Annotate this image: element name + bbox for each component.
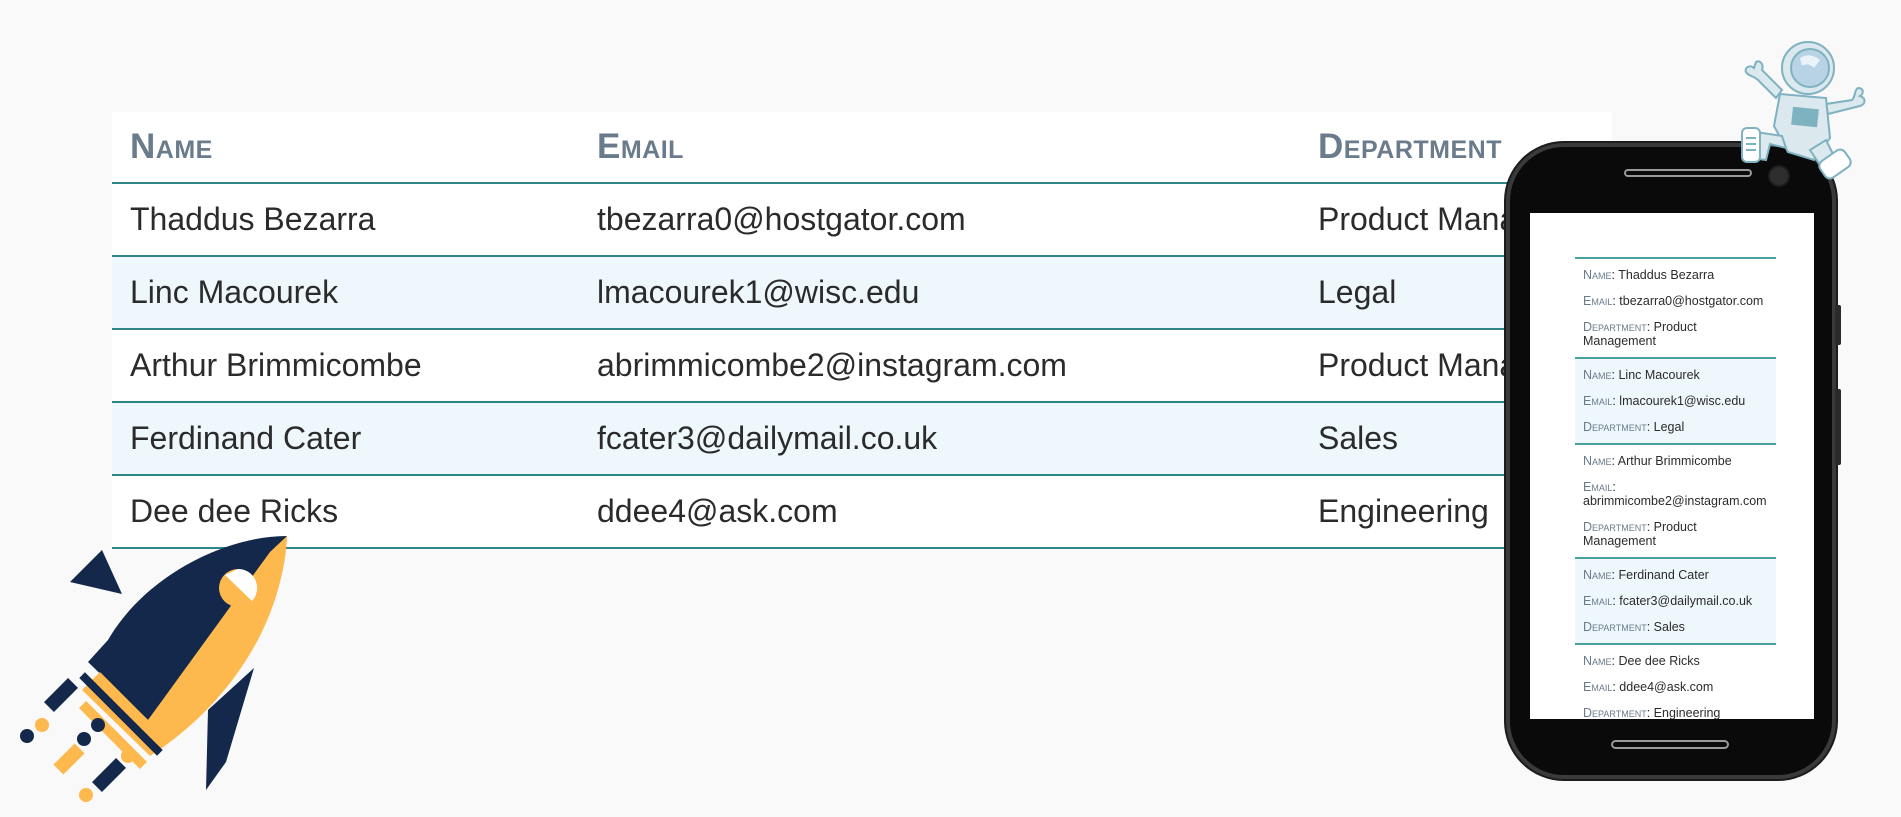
exhaust-dot [35,718,49,732]
exhaust-streak [53,743,85,775]
mobile-key-department: Department [1583,620,1647,634]
cell-name: Thaddus Bezarra [130,201,376,237]
cell-name: Linc Macourek [130,274,339,310]
phone-home-button [1611,740,1729,749]
cell-email: fcater3@dailymail.co.uk [597,420,938,456]
mobile-value-department: Legal [1653,420,1685,434]
table-header-row: Name Email Department [112,112,1612,184]
mobile-key-name: Name [1583,654,1612,668]
mobile-value-email: tbezarra0@hostgator.com [1619,294,1764,308]
astronaut-left-arm [1744,60,1784,100]
exhaust-dot [20,729,34,743]
mobile-key-email: Email [1583,394,1613,408]
mobile-field-department: Department: Product Management [1575,513,1776,553]
exhaust-streak [92,758,126,792]
mobile-card[interactable]: Name: Thaddus Bezarra Email: tbezarra0@h… [1575,259,1776,359]
column-header-email[interactable]: Email [579,127,1300,167]
mobile-key-name: Name [1583,268,1612,282]
mobile-key-department: Department [1583,706,1647,719]
table-row[interactable]: Dee dee Ricks ddee4@ask.com Engineering [112,476,1612,549]
mobile-key-department: Department [1583,320,1647,334]
table-row[interactable]: Ferdinand Cater fcater3@dailymail.co.uk … [112,403,1612,476]
phone-mockup: Name: Thaddus Bezarra Email: tbezarra0@h… [1506,143,1841,779]
table-row[interactable]: Thaddus Bezarra tbezarra0@hostgator.com … [112,184,1612,257]
mobile-key-email: Email [1583,680,1613,694]
column-header-name[interactable]: Name [112,127,579,167]
cell-email: tbezarra0@hostgator.com [597,201,966,237]
astronaut-right-arm [1824,86,1866,116]
mobile-value-email: abrimmicombe2@instagram.com [1583,494,1767,508]
mobile-key-department: Department [1583,520,1647,534]
mobile-value-name: Arthur Brimmicombe [1617,454,1732,468]
mobile-value-email: fcater3@dailymail.co.uk [1619,594,1753,608]
mobile-key-email: Email [1583,594,1613,608]
exhaust-dot [121,749,135,763]
mobile-value-email: ddee4@ask.com [1619,680,1714,694]
astronaut-chest-panel [1791,106,1819,128]
mobile-field-name: Name: Arthur Brimmicombe [1575,447,1776,473]
mobile-value-email: lmacourek1@wisc.edu [1619,394,1746,408]
mobile-field-department: Department: Legal [1575,413,1776,439]
mobile-value-name: Thaddus Bezarra [1618,268,1715,282]
cell-email: lmacourek1@wisc.edu [597,274,920,310]
cell-email: ddee4@ask.com [597,493,838,529]
mobile-card[interactable]: Name: Ferdinand Cater Email: fcater3@dai… [1575,559,1776,645]
mobile-field-email: Email: abrimmicombe2@instagram.com [1575,473,1776,513]
mobile-key-name: Name [1583,454,1612,468]
mobile-separator: : [1646,420,1654,434]
mobile-separator: : [1646,520,1654,534]
mobile-field-department: Department: Product Management [1575,313,1776,353]
mobile-field-department: Department: Engineering [1575,699,1776,719]
page: Name Email Department Thaddus Bezarra tb… [0,0,1901,817]
phone-screen: Name: Thaddus Bezarra Email: tbezarra0@h… [1530,213,1814,719]
mobile-separator: : [1646,620,1654,634]
astronaut-visor [1790,48,1830,88]
phone-volume-button [1835,305,1841,345]
mobile-value-department: Sales [1653,620,1685,634]
table-row[interactable]: Arthur Brimmicombe abrimmicombe2@instagr… [112,330,1612,403]
mobile-field-email: Email: tbezarra0@hostgator.com [1575,287,1776,313]
exhaust-dot [77,732,91,746]
mobile-key-department: Department [1583,420,1647,434]
mobile-key-name: Name [1583,568,1612,582]
table-row[interactable]: Linc Macourek lmacourek1@wisc.edu Legal [112,257,1612,330]
mobile-value-name: Dee dee Ricks [1618,654,1700,668]
mobile-card-list: Name: Thaddus Bezarra Email: tbezarra0@h… [1575,257,1776,719]
mobile-separator: : [1646,706,1654,719]
mobile-field-name: Name: Dee dee Ricks [1575,647,1776,673]
phone-power-button [1835,389,1841,465]
rocket-illustration [20,536,287,802]
cell-email: abrimmicombe2@instagram.com [597,347,1067,383]
mobile-card[interactable]: Name: Linc Macourek Email: lmacourek1@wi… [1575,359,1776,445]
mobile-card[interactable]: Name: Arthur Brimmicombe Email: abrimmic… [1575,445,1776,559]
mobile-card[interactable]: Name: Dee dee Ricks Email: ddee4@ask.com… [1575,645,1776,719]
exhaust-dot [91,718,105,732]
cell-name: Ferdinand Cater [130,420,362,456]
mobile-field-email: Email: fcater3@dailymail.co.uk [1575,587,1776,613]
data-table: Name Email Department Thaddus Bezarra tb… [112,112,1612,549]
astronaut-illustration [1741,41,1866,180]
rocket-fin-left [70,550,122,594]
mobile-value-name: Ferdinand Cater [1618,568,1709,582]
mobile-field-name: Name: Linc Macourek [1575,361,1776,387]
exhaust-streak [44,678,78,712]
mobile-field-department: Department: Sales [1575,613,1776,639]
cell-name: Arthur Brimmicombe [130,347,422,383]
mobile-separator: : [1646,320,1654,334]
mobile-key-email: Email [1583,294,1613,308]
mobile-field-email: Email: ddee4@ask.com [1575,673,1776,699]
mobile-key-email: Email [1583,480,1613,494]
mobile-value-department: Engineering [1653,706,1721,719]
exhaust-dot [79,788,93,802]
mobile-field-email: Email: lmacourek1@wisc.edu [1575,387,1776,413]
mobile-field-name: Name: Thaddus Bezarra [1575,261,1776,287]
mobile-field-name: Name: Ferdinand Cater [1575,561,1776,587]
mobile-key-name: Name [1583,368,1612,382]
mobile-value-name: Linc Macourek [1618,368,1700,382]
mobile-separator: : [1612,480,1616,494]
